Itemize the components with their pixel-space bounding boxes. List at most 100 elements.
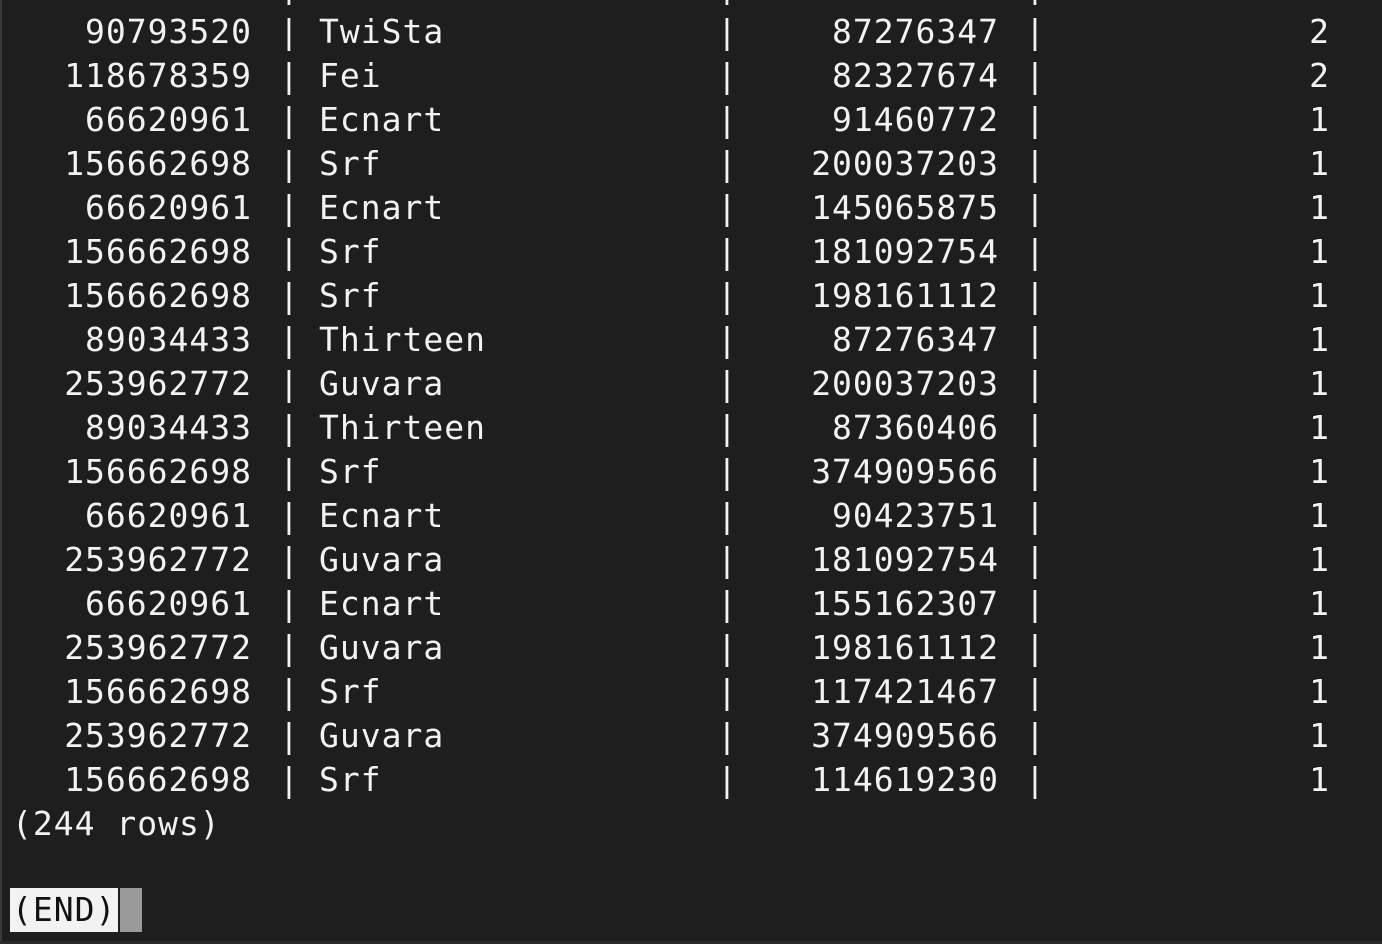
column-separator: | bbox=[279, 760, 300, 799]
column-separator: | bbox=[717, 144, 738, 183]
column-separator: | bbox=[279, 320, 300, 359]
column-separator: | bbox=[1025, 144, 1046, 183]
cell-count: 1 bbox=[1309, 188, 1330, 227]
cell-name: Guvara bbox=[319, 364, 445, 403]
cell-name: Ecnart bbox=[319, 584, 445, 623]
cell-name: TwiSta bbox=[319, 12, 445, 51]
table-row: 66620961 | Ecnart | 90423751 | 1 bbox=[0, 494, 1382, 538]
column-separator: | bbox=[1025, 628, 1046, 667]
cell-id: 253962772 bbox=[64, 364, 252, 403]
column-separator: | bbox=[717, 496, 738, 535]
column-separator: | bbox=[717, 540, 738, 579]
cell-id: 118678359 bbox=[64, 56, 252, 95]
column-separator: | bbox=[717, 452, 738, 491]
cell-name: Guvara bbox=[319, 716, 445, 755]
cell-id: 156662698 bbox=[64, 144, 252, 183]
cell-count: 1 bbox=[1309, 364, 1330, 403]
cell-value: 87276347 bbox=[832, 12, 999, 51]
cell-id: 66620961 bbox=[85, 496, 252, 535]
cell-id: 89034433 bbox=[85, 408, 252, 447]
column-separator: | bbox=[1025, 496, 1046, 535]
cell-name: Thirteen bbox=[319, 320, 486, 359]
column-separator: | bbox=[1025, 716, 1046, 755]
table-row: 156662698 | Srf | 200037203 | 1 bbox=[0, 142, 1382, 186]
cell-id: 66620961 bbox=[85, 584, 252, 623]
cell-name: Srf bbox=[319, 452, 382, 491]
column-separator: | bbox=[1025, 320, 1046, 359]
column-separator: | bbox=[717, 760, 738, 799]
column-separator: | bbox=[279, 56, 300, 95]
column-separator: | bbox=[279, 0, 299, 8]
cell-count: 1 bbox=[1309, 628, 1330, 667]
column-separator: | bbox=[279, 100, 300, 139]
cell-count: 2 bbox=[1309, 56, 1330, 95]
column-separator: | bbox=[1025, 760, 1046, 799]
column-separator: | bbox=[279, 408, 300, 447]
cell-count: 1 bbox=[1309, 672, 1330, 711]
column-separator: | bbox=[717, 12, 738, 51]
cell-name: Ecnart bbox=[319, 100, 445, 139]
cell-value: 117421467 bbox=[811, 672, 999, 711]
text-cursor[interactable] bbox=[120, 888, 142, 932]
cell-id: 253962772 bbox=[64, 716, 252, 755]
column-separator: | bbox=[1025, 408, 1046, 447]
column-separator: | bbox=[1025, 188, 1046, 227]
pager-end-prompt: (END) bbox=[10, 888, 119, 932]
column-separator: | bbox=[279, 540, 300, 579]
column-separator: | bbox=[717, 0, 737, 8]
table-row: 66620961 | Ecnart | 145065875 | 1 bbox=[0, 186, 1382, 230]
column-separator: | bbox=[717, 364, 738, 403]
column-separator: | bbox=[1025, 452, 1046, 491]
cell-id: 156662698 bbox=[64, 760, 252, 799]
cell-value: 91460772 bbox=[832, 100, 999, 139]
column-separator: | bbox=[1025, 12, 1046, 51]
column-separator: | bbox=[279, 364, 300, 403]
column-separator: | bbox=[279, 672, 300, 711]
column-separator: | bbox=[717, 232, 738, 271]
cell-count: 1 bbox=[1309, 540, 1330, 579]
column-separator: | bbox=[717, 672, 738, 711]
cell-count: 1 bbox=[1309, 232, 1330, 271]
table-row: 156662698 | Srf | 117421467 | 1 bbox=[0, 670, 1382, 714]
cell-count: 1 bbox=[1309, 584, 1330, 623]
table-row: 66620961 | Ecnart | 91460772 | 1 bbox=[0, 98, 1382, 142]
cell-value: 198161112 bbox=[811, 276, 999, 315]
column-separator: | bbox=[717, 628, 738, 667]
cell-value: 114619230 bbox=[811, 760, 999, 799]
table-row: 156662698 | Srf | 181092754 | 1 bbox=[0, 230, 1382, 274]
cell-count: 2 bbox=[1309, 12, 1330, 51]
terminal-window[interactable]: | | | 90793520 | TwiSta | 87276347 | 2 118678359 |… bbox=[0, 0, 1382, 944]
cell-count: 1 bbox=[1309, 144, 1330, 183]
cell-count: 1 bbox=[1309, 496, 1330, 535]
table-row: 253962772 | Guvara | 181092754 | 1 bbox=[0, 538, 1382, 582]
cell-id: 156662698 bbox=[64, 276, 252, 315]
cell-value: 181092754 bbox=[811, 232, 999, 271]
cell-value: 87360406 bbox=[832, 408, 999, 447]
cell-name: Fei bbox=[319, 56, 382, 95]
cell-name: Srf bbox=[319, 144, 382, 183]
column-separator: | bbox=[279, 188, 300, 227]
cell-count: 1 bbox=[1309, 716, 1330, 755]
column-separator: | bbox=[279, 276, 300, 315]
column-separator: | bbox=[717, 408, 738, 447]
cell-value: 200037203 bbox=[811, 144, 999, 183]
cell-count: 1 bbox=[1309, 320, 1330, 359]
column-separator: | bbox=[1025, 276, 1046, 315]
cell-value: 90423751 bbox=[832, 496, 999, 535]
cell-name: Srf bbox=[319, 232, 382, 271]
cell-count: 1 bbox=[1309, 276, 1330, 315]
cell-id: 253962772 bbox=[64, 628, 252, 667]
table-row: 156662698 | Srf | 374909566 | 1 bbox=[0, 450, 1382, 494]
column-separator: | bbox=[1025, 0, 1045, 8]
column-separator: | bbox=[279, 12, 300, 51]
column-separator: | bbox=[279, 452, 300, 491]
table-row: 89034433 | Thirteen | 87276347 | 1 bbox=[0, 318, 1382, 362]
table-row: 118678359 | Fei | 82327674 | 2 bbox=[0, 54, 1382, 98]
column-separator: | bbox=[279, 628, 300, 667]
column-separator: | bbox=[717, 56, 738, 95]
table-row: 89034433 | Thirteen | 87360406 | 1 bbox=[0, 406, 1382, 450]
cell-id: 156662698 bbox=[64, 452, 252, 491]
table-row: 253962772 | Guvara | 200037203 | 1 bbox=[0, 362, 1382, 406]
column-separator: | bbox=[1025, 672, 1046, 711]
cell-count: 1 bbox=[1309, 408, 1330, 447]
